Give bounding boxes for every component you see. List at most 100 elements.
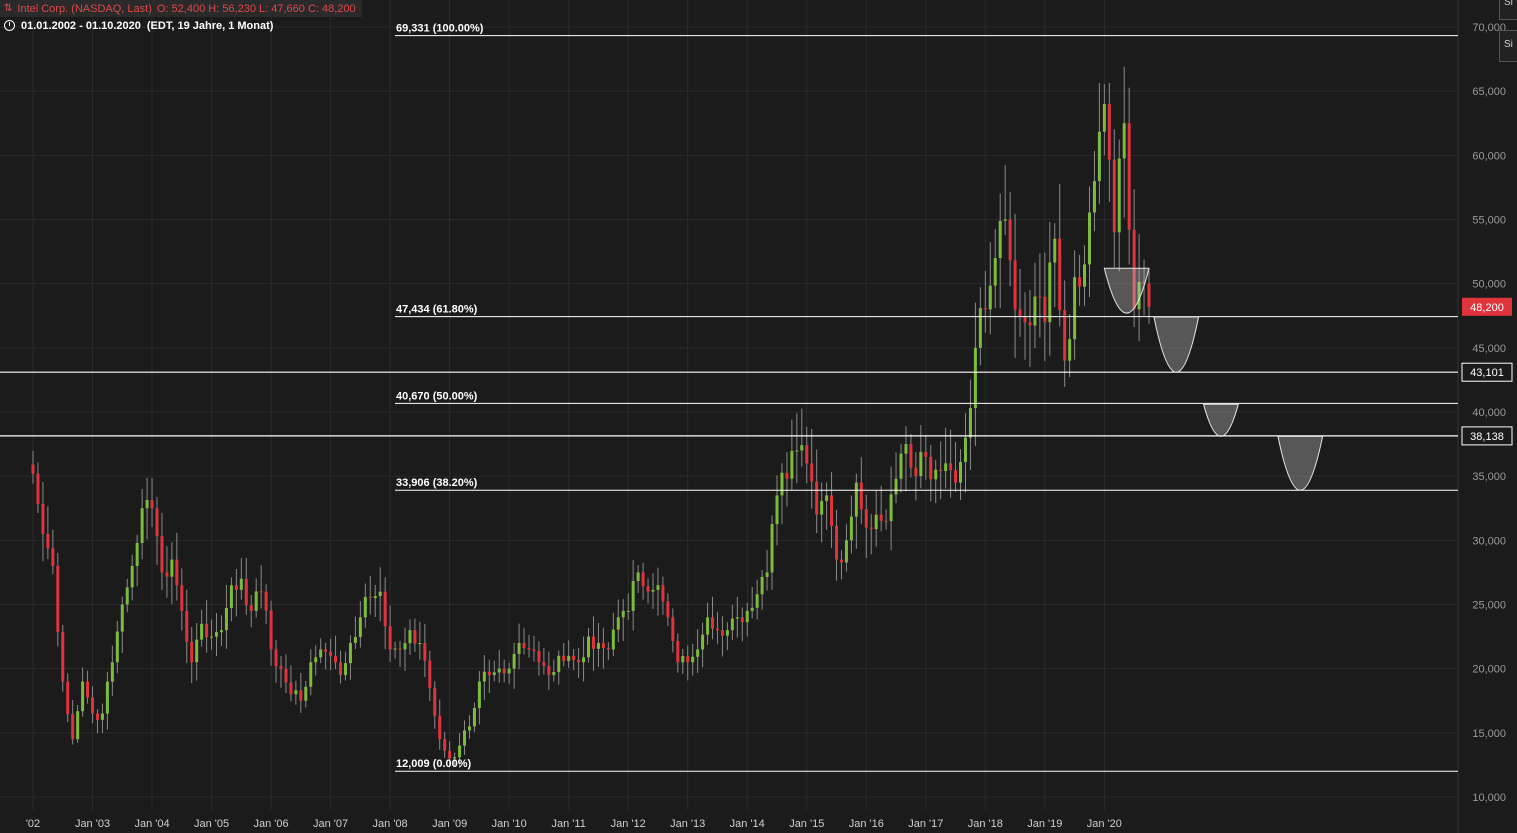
candle-up <box>497 668 501 673</box>
candle-down <box>949 463 953 471</box>
candle-down <box>805 445 809 464</box>
projection-bowl <box>1153 316 1200 373</box>
candle-down <box>666 601 670 618</box>
candle-down <box>1038 296 1042 298</box>
candle-down <box>160 536 164 573</box>
candle-down <box>1013 260 1017 310</box>
candle-down <box>532 649 536 651</box>
instrument-header: ⇅ Intel Corp. (NASDAQ, Last) O: 52,400 H… <box>0 0 362 17</box>
y-tick-label: 55,000 <box>1472 215 1506 227</box>
side-button-2[interactable]: Si <box>1499 30 1517 62</box>
candle-up <box>492 672 496 676</box>
candle-up <box>959 462 963 483</box>
x-tick-label: Jan '19 <box>1027 818 1062 830</box>
candle-up <box>988 285 992 310</box>
candle-up <box>1117 158 1121 233</box>
candle-down <box>929 456 933 480</box>
candle-up <box>691 656 695 663</box>
level-lines: 69,331 (100.00%) 47,434 (61.80%) 40,670 (5… <box>0 23 1458 772</box>
x-tick-label: Jan '18 <box>968 818 1003 830</box>
candle-up <box>304 686 308 701</box>
candle-up <box>418 643 422 644</box>
candle-up <box>919 451 923 477</box>
candle-down <box>572 655 576 660</box>
candle-up <box>790 450 794 479</box>
candle-up <box>378 591 382 597</box>
candle-up <box>934 469 938 480</box>
candle-up <box>993 258 997 286</box>
candle-down <box>334 655 338 663</box>
candle-down <box>264 591 268 611</box>
candle-down <box>71 714 75 740</box>
candle-up <box>1092 181 1096 213</box>
y-tick-label: 20,000 <box>1472 664 1506 676</box>
x-tick-label: Jan '07 <box>313 818 348 830</box>
candle-up <box>582 657 586 663</box>
candle-up <box>1033 296 1037 326</box>
candle-down <box>671 617 675 642</box>
candle-down <box>269 610 273 650</box>
candle-up <box>472 708 476 727</box>
candle-up <box>854 482 858 517</box>
candle-up <box>899 453 903 479</box>
candle-up <box>100 713 104 720</box>
candle-up <box>105 681 109 714</box>
candle-down <box>244 578 248 606</box>
fib-level-label: 40,670 (50.00%) <box>396 390 478 402</box>
candle-up <box>210 636 214 638</box>
y-tick-label: 25,000 <box>1472 600 1506 612</box>
side-button-1[interactable]: Si <box>1499 0 1517 20</box>
candle-down <box>299 690 303 701</box>
candle-down <box>155 508 159 537</box>
candle-down <box>56 566 60 632</box>
candle-down <box>859 482 863 510</box>
candle-down <box>869 527 873 530</box>
candle-down <box>91 697 95 714</box>
candle-down <box>289 682 293 695</box>
candle-up <box>636 572 640 582</box>
candle-up <box>889 494 893 522</box>
x-tick-label: Jan '08 <box>373 818 408 830</box>
candle-up <box>76 711 80 740</box>
candle-up <box>755 594 759 608</box>
candle-up <box>770 524 774 573</box>
candle-down <box>601 643 605 648</box>
candle-down <box>884 520 888 522</box>
candle-up <box>115 631 119 663</box>
candle-up <box>706 617 710 635</box>
candle-up <box>849 516 853 541</box>
candle-up <box>800 445 804 451</box>
candle-up <box>696 649 700 657</box>
candle-up <box>795 450 799 452</box>
candle-down <box>36 473 40 505</box>
candle-up <box>200 623 204 640</box>
y-tick-label: 10,000 <box>1472 792 1506 804</box>
candle-down <box>234 585 238 590</box>
candle-down <box>41 504 45 534</box>
candle-down <box>383 591 387 627</box>
candle-up <box>730 618 734 631</box>
x-tick-label: Jan '14 <box>730 818 765 830</box>
candle-down <box>329 651 333 656</box>
candle-down <box>398 648 402 650</box>
candle-up <box>373 596 377 599</box>
candle-up <box>125 587 129 605</box>
fib-level-label: 47,434 (61.80%) <box>396 304 478 316</box>
candle-down <box>864 509 868 528</box>
candle-up <box>219 630 223 633</box>
candle-down <box>676 641 680 663</box>
candle-down <box>205 623 209 638</box>
candle-up <box>825 495 829 501</box>
candle-down <box>274 649 278 667</box>
price-chart[interactable]: 69,331 (100.00%) 47,434 (61.80%) 40,670 (5… <box>0 0 1517 833</box>
candle-up <box>512 653 516 669</box>
candle-up <box>1073 277 1077 340</box>
candle-up <box>319 649 323 658</box>
candle-down <box>527 648 531 650</box>
candle-up <box>393 648 397 650</box>
candle-up <box>110 662 114 682</box>
candle-up <box>363 596 367 618</box>
candle-down <box>711 617 715 629</box>
candle-up <box>651 589 655 592</box>
candle-down <box>388 626 392 650</box>
